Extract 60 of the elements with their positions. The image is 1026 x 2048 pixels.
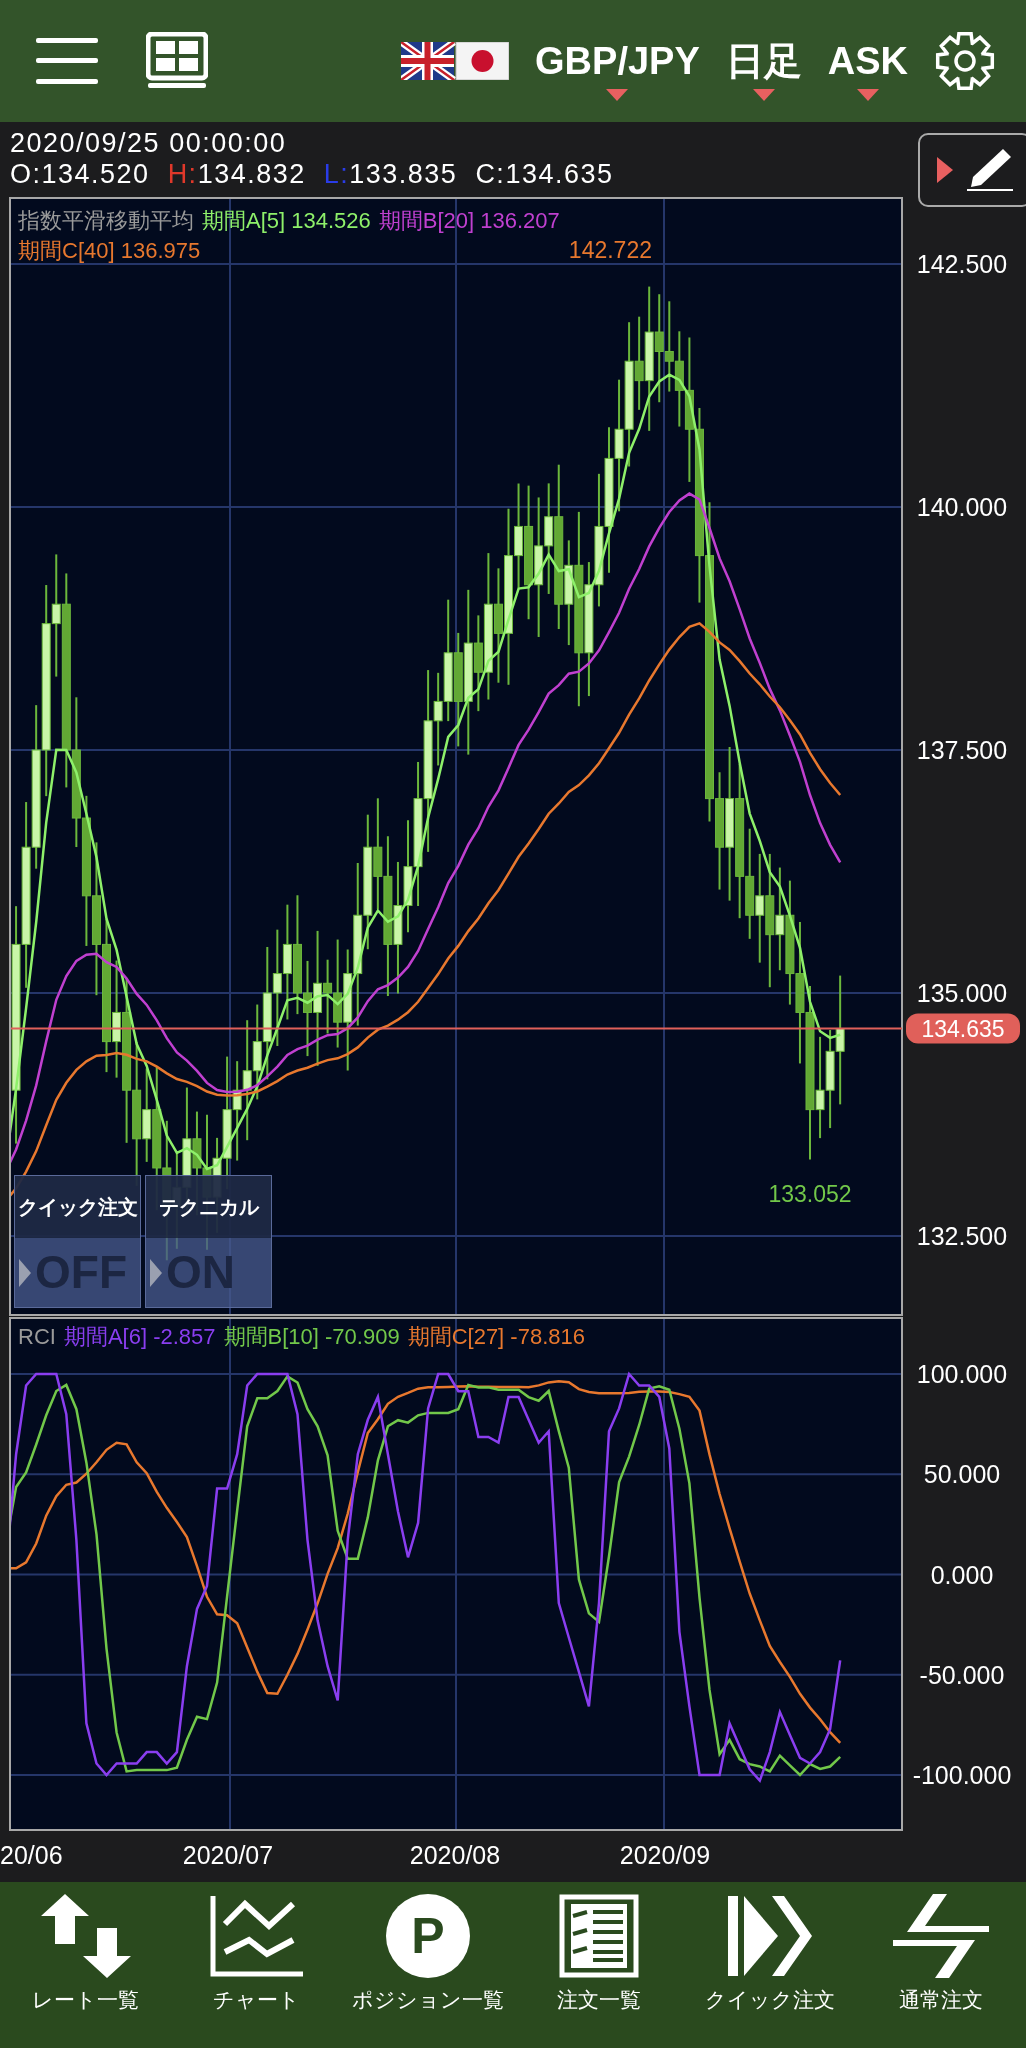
ohlc-label: L: bbox=[323, 159, 350, 190]
flags-icon bbox=[401, 42, 510, 80]
pencil-icon bbox=[965, 147, 1013, 193]
caret-icon bbox=[752, 89, 775, 101]
date-time: 2020/09/25 00:00:00 bbox=[10, 128, 288, 159]
legend-text: 期間C[40] 136.975 bbox=[18, 238, 201, 263]
triangle-icon bbox=[19, 1258, 31, 1287]
ohlc-value: 134.635 bbox=[505, 159, 614, 190]
ohlc-label: O: bbox=[10, 159, 42, 190]
arrows-up-down-icon bbox=[40, 1892, 131, 1980]
ohlc-label: C: bbox=[475, 159, 506, 190]
caret-icon bbox=[856, 89, 879, 101]
rci-axis-label: 100.000 bbox=[916, 1360, 1008, 1388]
settings-icon[interactable] bbox=[934, 30, 996, 92]
circle-letter-icon: P bbox=[384, 1892, 471, 1980]
triangle-icon bbox=[150, 1258, 162, 1287]
date-axis-label: 2020/08 bbox=[409, 1841, 501, 1869]
price-side-selector[interactable]: ASK bbox=[827, 39, 908, 101]
nav-tab[interactable]: P ポジション一覧 bbox=[342, 1892, 513, 2048]
legend-text: 指数平滑移動平均 bbox=[18, 208, 194, 233]
triangle-icon bbox=[937, 157, 953, 183]
list-document-icon bbox=[558, 1892, 639, 1980]
nav-tab[interactable]: 注文一覧 bbox=[513, 1892, 684, 2048]
nav-tab[interactable]: チャート bbox=[171, 1892, 342, 2048]
rci-axis-label: -50.000 bbox=[919, 1660, 1005, 1689]
date-axis-label: 2020/07 bbox=[182, 1841, 274, 1869]
legend-text: 期間B[10] -70.909 bbox=[223, 1324, 400, 1349]
current-price-badge: 134.635 bbox=[906, 1013, 1020, 1044]
legend-text: RCI bbox=[18, 1324, 56, 1349]
ohlc-value: 134.520 bbox=[41, 159, 150, 190]
price-axis-label: 135.000 bbox=[916, 979, 1008, 1007]
date-axis-label: 2020/09 bbox=[619, 1841, 711, 1869]
rci-axis-label: 50.000 bbox=[923, 1460, 1001, 1489]
legend-text: 期間C[27] -78.816 bbox=[407, 1324, 585, 1349]
timeframe-selector[interactable]: 日足 bbox=[725, 39, 802, 101]
ohlc-value: 134.832 bbox=[197, 159, 306, 190]
ohlc-label: H: bbox=[167, 159, 198, 190]
drawing-tool-button[interactable] bbox=[918, 133, 1026, 207]
price-axis-label: 142.500 bbox=[916, 250, 1008, 278]
menu-icon[interactable] bbox=[36, 36, 98, 86]
price-axis-label: 140.000 bbox=[916, 493, 1008, 521]
nav-tab[interactable]: クイック注文 bbox=[684, 1892, 855, 2048]
legend-text: 期間B[20] 136.207 bbox=[378, 208, 560, 233]
legend-text: 期間A[5] 134.526 bbox=[202, 208, 371, 233]
nav-tab[interactable]: 通常注文 bbox=[855, 1892, 1026, 2048]
high-price-marker: 142.722 bbox=[568, 237, 652, 263]
ohlc-value: 133.835 bbox=[349, 159, 458, 190]
currency-pair-selector[interactable]: GBP/JPY bbox=[535, 39, 700, 101]
low-price-marker: 133.052 bbox=[768, 1181, 852, 1207]
caret-icon bbox=[606, 89, 629, 101]
date-axis-label: 20/06 bbox=[0, 1841, 63, 1869]
price-axis-label: 132.500 bbox=[916, 1222, 1008, 1250]
rci-axis-label: -100.000 bbox=[912, 1761, 1012, 1789]
rci-axis-label: 0.000 bbox=[930, 1560, 994, 1589]
price-axis-label: 137.500 bbox=[916, 736, 1008, 764]
exchange-arrows-icon bbox=[892, 1892, 989, 1980]
layout-icon[interactable] bbox=[146, 32, 208, 90]
nav-tab[interactable]: レート一覧 bbox=[0, 1892, 171, 2048]
overlay-toggle[interactable]: テクニカル ON bbox=[145, 1175, 272, 1308]
legend-text: 期間A[6] -2.857 bbox=[63, 1324, 216, 1349]
